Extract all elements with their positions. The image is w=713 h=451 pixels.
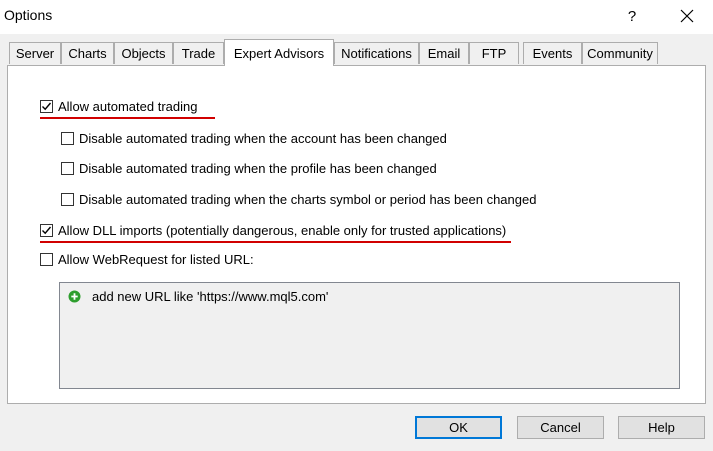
allow-webrequest-checkbox[interactable]: Allow WebRequest for listed URL: [40, 252, 254, 267]
window-title: Options [4, 7, 53, 23]
add-url-label: add new URL like 'https://www.mql5.com' [92, 289, 329, 304]
tab-label: Email [427, 46, 461, 61]
help-button[interactable]: Help [618, 416, 705, 439]
tab-label: Objects [121, 46, 166, 61]
cancel-button[interactable]: Cancel [517, 416, 604, 439]
help-title-button[interactable]: ? [619, 3, 645, 29]
tab-label: Server [15, 46, 55, 61]
disable-on-symbol-change-checkbox[interactable]: Disable automated trading when the chart… [61, 192, 536, 207]
checkbox-box [40, 100, 53, 113]
checkbox-label: Allow automated trading [58, 99, 198, 114]
tab-label: Notifications [341, 46, 412, 61]
checkbox-box [40, 253, 53, 266]
checkbox-box [40, 224, 53, 237]
checkbox-box [61, 132, 74, 145]
tab-label: Charts [68, 46, 107, 61]
tab-label: Expert Advisors [233, 45, 325, 61]
tab-ftp[interactable]: FTP [469, 42, 519, 64]
highlight-underline [40, 241, 511, 243]
tab-charts[interactable]: Charts [61, 42, 114, 64]
tab-notifications[interactable]: Notifications [334, 42, 419, 64]
checkmark-icon [42, 102, 52, 111]
tab-label: FTP [481, 46, 507, 61]
allow-automated-trading-checkbox[interactable]: Allow automated trading [40, 99, 197, 114]
tab-objects[interactable]: Objects [114, 42, 173, 64]
expert-advisors-panel: Allow automated trading Disable automate… [7, 65, 706, 404]
tab-events[interactable]: Events [523, 42, 582, 64]
url-list[interactable]: add new URL like 'https://www.mql5.com' [59, 282, 680, 389]
highlight-underline [40, 117, 215, 119]
ok-label: OK [449, 420, 468, 435]
cancel-label: Cancel [540, 420, 581, 435]
tab-label: Trade [181, 46, 216, 61]
close-icon [680, 9, 694, 23]
tab-label: Community [587, 46, 653, 61]
checkbox-label: Allow DLL imports (potentially dangerous… [58, 223, 507, 238]
close-button[interactable] [672, 3, 702, 29]
question-mark-icon: ? [627, 7, 637, 25]
tab-label: Events [532, 46, 573, 61]
checkbox-box [61, 193, 74, 206]
checkmark-icon [42, 226, 52, 235]
add-url-item[interactable]: add new URL like 'https://www.mql5.com' [68, 289, 328, 304]
ok-button[interactable]: OK [415, 416, 502, 439]
disable-on-account-change-checkbox[interactable]: Disable automated trading when the accou… [61, 131, 447, 146]
checkbox-box [61, 162, 74, 175]
tab-expert-advisors[interactable]: Expert Advisors [224, 39, 334, 66]
checkbox-label: Disable automated trading when the accou… [79, 131, 447, 146]
checkbox-label: Disable automated trading when the profi… [79, 161, 437, 176]
title-bar: Options ? [0, 0, 713, 34]
help-label: Help [648, 420, 675, 435]
tab-server[interactable]: Server [9, 42, 61, 64]
tab-community[interactable]: Community [582, 42, 658, 64]
checkbox-label: Disable automated trading when the chart… [79, 192, 537, 207]
allow-dll-imports-checkbox[interactable]: Allow DLL imports (potentially dangerous… [40, 223, 506, 238]
tab-email[interactable]: Email [419, 42, 469, 64]
disable-on-profile-change-checkbox[interactable]: Disable automated trading when the profi… [61, 161, 437, 176]
tab-trade[interactable]: Trade [173, 42, 224, 64]
checkbox-label: Allow WebRequest for listed URL: [58, 252, 254, 267]
add-icon [68, 290, 81, 303]
